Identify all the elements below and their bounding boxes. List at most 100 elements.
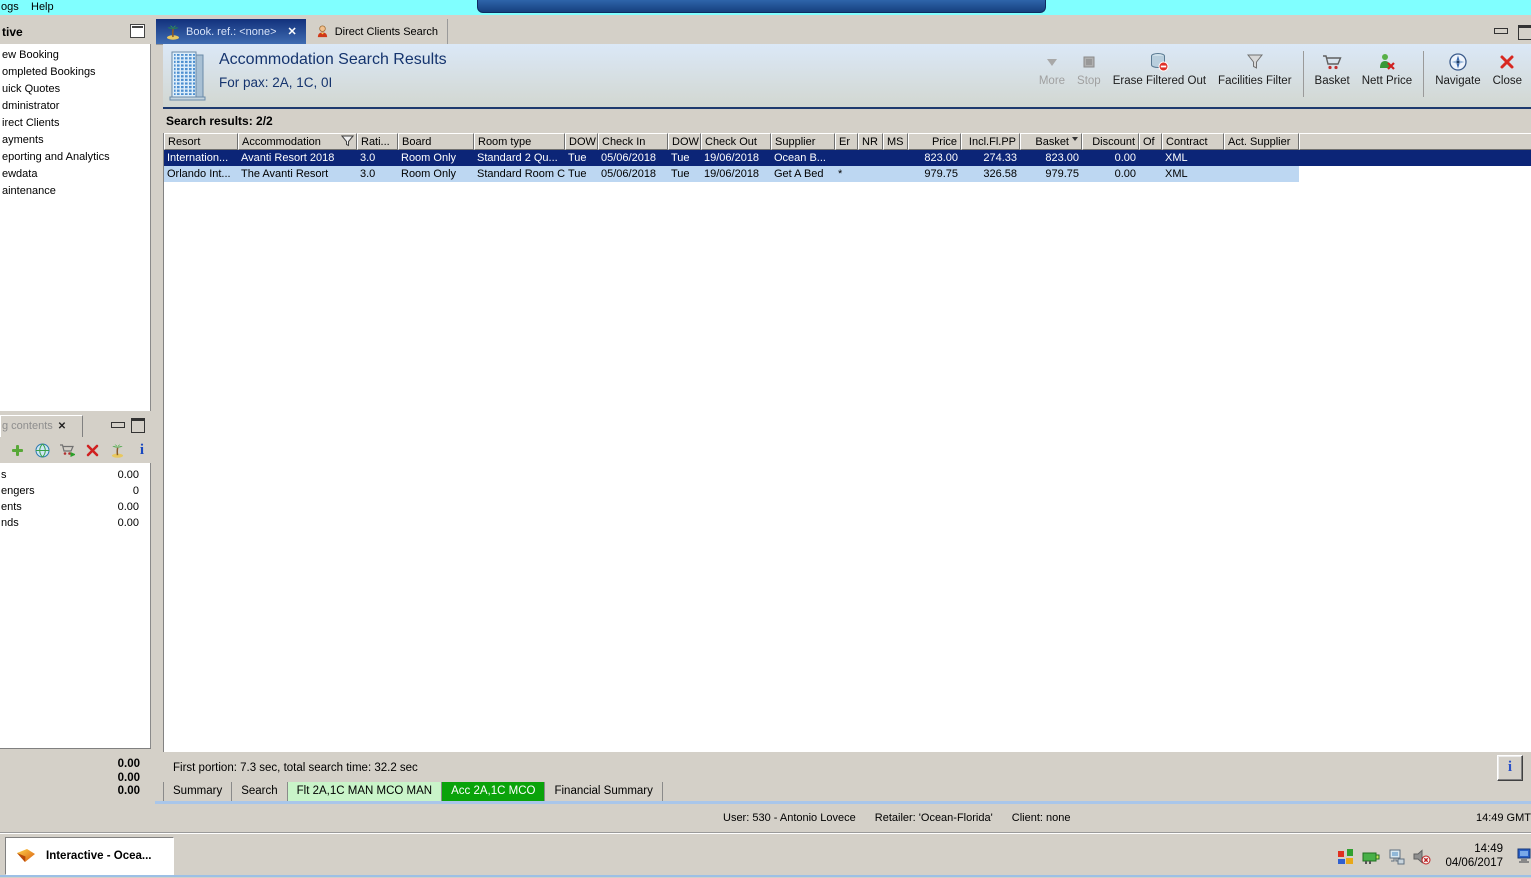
column-header-resort[interactable]: Resort [164,133,238,150]
column-header-ms[interactable]: MS [883,133,908,150]
minimize-icon[interactable] [1494,28,1508,34]
cell-contract[interactable]: XML [1162,166,1224,182]
globe-refresh-icon[interactable] [34,442,50,458]
tray-clock[interactable]: 14:49 04/06/2017 [1445,842,1503,870]
tab-flight-results[interactable]: Flt 2A,1C MAN MCO MAN [287,782,443,801]
erase-filtered-out-button[interactable]: Erase Filtered Out [1107,49,1212,87]
cell-check-in[interactable]: 05/06/2018 [598,166,668,182]
cell-room-type[interactable]: Standard 2 Qu... [474,150,565,166]
sidebar-item-reporting[interactable]: eporting and Analytics [0,149,150,166]
display-tray-icon[interactable] [1517,848,1531,864]
close-button[interactable]: Close [1487,49,1528,87]
result-row-selected[interactable]: Internation... Avanti Resort 2018 3.0 Ro… [164,150,1531,166]
add-icon[interactable] [9,442,25,458]
column-header-price[interactable]: Price [908,133,961,150]
cell-of[interactable] [1139,150,1162,166]
minimize-panel-icon[interactable] [111,422,125,428]
column-header-dow[interactable]: DOW [565,133,598,150]
column-header-discount[interactable]: Discount [1082,133,1139,150]
cell-dow[interactable]: Tue [565,166,598,182]
delete-icon[interactable] [84,442,100,458]
basket-go-icon[interactable] [59,442,75,458]
cell-nr[interactable] [858,150,883,166]
info-button[interactable]: i [1497,755,1523,781]
sidebar-item-direct-clients[interactable]: irect Clients [0,115,150,132]
cell-supplier[interactable]: Get A Bed [771,166,835,182]
cell-rating[interactable]: 3.0 [357,150,398,166]
cell-resort[interactable]: Internation... [164,150,238,166]
tab-accommodation-results[interactable]: Acc 2A,1C MCO [442,782,546,801]
result-row[interactable]: Orlando Int... The Avanti Resort 3.0 Roo… [164,166,1531,182]
filter-funnel-icon[interactable] [341,135,354,147]
cell-check-out[interactable]: 19/06/2018 [701,150,771,166]
sidebar-item-quick-quotes[interactable]: uick Quotes [0,81,150,98]
cell-board[interactable]: Room Only [398,166,474,182]
tab-financial-summary[interactable]: Financial Summary [545,782,663,801]
cell-dow[interactable]: Tue [668,150,701,166]
cell-er[interactable] [835,150,858,166]
tab-direct-clients-search[interactable]: Direct Clients Search [305,19,449,44]
sidebar-item-new-booking[interactable]: ew Booking [0,47,150,64]
column-header-rating[interactable]: Rati... [357,133,398,150]
nett-price-button[interactable]: Nett Price [1356,49,1419,87]
info-icon[interactable]: i [134,442,150,458]
cell-ms[interactable] [883,166,908,182]
cell-price[interactable]: 979.75 [908,166,961,182]
column-header-of[interactable]: Of [1139,133,1162,150]
cell-check-out[interactable]: 19/06/2018 [701,166,771,182]
facilities-filter-button[interactable]: Facilities Filter [1212,49,1297,87]
column-header-check-out[interactable]: Check Out [701,133,771,150]
column-header-room-type[interactable]: Room type [474,133,565,150]
cell-er[interactable]: * [835,166,858,182]
cell-discount[interactable]: 0.00 [1082,150,1139,166]
cell-contract[interactable]: XML [1162,150,1224,166]
maximize-icon[interactable] [1518,25,1531,40]
cell-accommodation[interactable]: Avanti Resort 2018 [238,150,357,166]
column-header-supplier[interactable]: Supplier [771,133,835,150]
cell-resort[interactable]: Orlando Int... [164,166,238,182]
cell-dow[interactable]: Tue [668,166,701,182]
menu-help[interactable]: Help [31,1,54,13]
column-header-incl-fl-pp[interactable]: Incl.Fl.PP [961,133,1020,150]
tab-search[interactable]: Search [232,782,288,801]
sidebar-item-newdata[interactable]: ewdata [0,166,150,183]
column-header-accommodation[interactable]: Accommodation [238,133,357,150]
cell-accommodation[interactable]: The Avanti Resort [238,166,357,182]
network-status-tray-icon[interactable] [1388,848,1405,865]
sidebar-item-payments[interactable]: ayments [0,132,150,149]
cell-rating[interactable]: 3.0 [357,166,398,182]
cell-incl-fl-pp[interactable]: 274.33 [961,150,1020,166]
cell-basket[interactable]: 979.75 [1020,166,1082,182]
menu-logs[interactable]: ogs [1,1,19,13]
cell-of[interactable] [1139,166,1162,182]
column-header-er[interactable]: Er [835,133,858,150]
cell-board[interactable]: Room Only [398,150,474,166]
maximize-panel-icon[interactable] [131,418,145,433]
network-adapter-tray-icon[interactable] [1362,848,1380,865]
column-header-board[interactable]: Board [398,133,474,150]
cell-basket[interactable]: 823.00 [1020,150,1082,166]
cell-act-supplier[interactable] [1224,166,1299,182]
navigate-button[interactable]: Navigate [1429,49,1486,87]
cell-ms[interactable] [883,150,908,166]
column-header-basket[interactable]: Basket [1020,133,1082,150]
cell-act-supplier[interactable] [1224,150,1299,166]
close-tab-icon[interactable]: ✕ [288,25,297,38]
sidebar-item-maintenance[interactable]: aintenance [0,183,150,200]
collapse-panel-icon[interactable] [130,24,145,38]
tab-booking-ref[interactable]: Book. ref.: <none> ✕ [156,19,306,44]
cell-incl-fl-pp[interactable]: 326.58 [961,166,1020,182]
sidebar-item-administrator[interactable]: dministrator [0,98,150,115]
column-header-dow[interactable]: DOW [668,133,701,150]
antivirus-tray-icon[interactable] [1337,848,1354,865]
cell-price[interactable]: 823.00 [908,150,961,166]
cell-room-type[interactable]: Standard Room C [474,166,565,182]
cell-dow[interactable]: Tue [565,150,598,166]
taskbar-app-button[interactable]: Interactive - Ocea... [5,837,174,875]
close-tab-icon[interactable]: ✕ [58,421,66,432]
sidebar-item-completed-bookings[interactable]: ompleted Bookings [0,64,150,81]
cell-discount[interactable]: 0.00 [1082,166,1139,182]
holiday-palm-icon[interactable] [109,442,125,458]
tab-summary[interactable]: Summary [163,782,233,801]
column-header-contract[interactable]: Contract [1162,133,1224,150]
